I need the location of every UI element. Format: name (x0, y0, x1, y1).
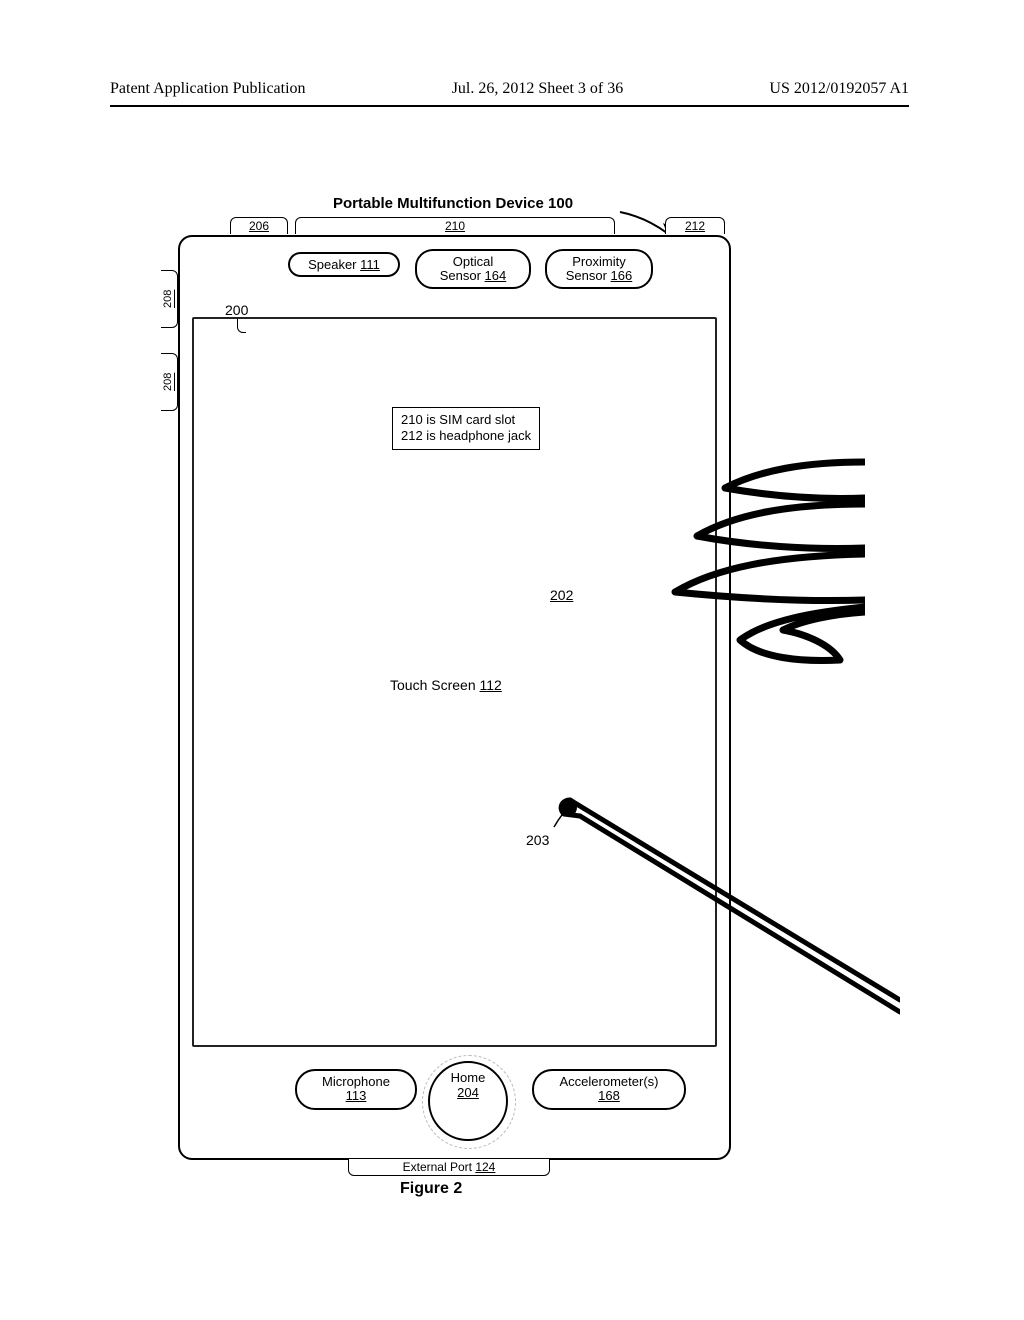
home-label: Home (451, 1070, 486, 1085)
external-port-slot: External Port 124 (348, 1159, 550, 1176)
device-body: Speaker 111 Optical Sensor 164 Proximity… (178, 235, 731, 1160)
note-l2: 212 is headphone jack (401, 428, 531, 444)
leader-203 (548, 793, 588, 833)
note-l1: 210 is SIM card slot (401, 412, 531, 428)
header-right: US 2012/0192057 A1 (769, 80, 909, 98)
optical-lozenge: Optical Sensor 164 (415, 249, 531, 289)
note-box: 210 is SIM card slot 212 is headphone ja… (392, 407, 540, 450)
accelerometer-lozenge: Accelerometer(s) 168 (532, 1069, 686, 1110)
speaker-label: Speaker (308, 257, 360, 272)
ext-port-label: External Port (403, 1160, 476, 1174)
home-ref: 204 (457, 1085, 479, 1100)
speaker-ref: 111 (360, 257, 380, 272)
optical-l2: Sensor (440, 268, 485, 283)
speaker-lozenge: Speaker 111 (288, 252, 400, 277)
header-rule (110, 105, 909, 107)
ref-203: 203 (526, 832, 549, 848)
touch-screen-label: Touch Screen 112 (390, 677, 502, 693)
optical-ref: 164 (485, 268, 507, 283)
microphone-lozenge: Microphone 113 (295, 1069, 417, 1110)
proximity-lozenge: Proximity Sensor 166 (545, 249, 653, 289)
prox-l1: Proximity (572, 254, 625, 269)
prox-l2: Sensor (566, 268, 611, 283)
side-slot-208b: 208 (161, 353, 178, 411)
ts-ref: 112 (480, 677, 502, 693)
header-left: Patent Application Publication (110, 80, 306, 98)
device-title: Portable Multifunction Device 100 (333, 195, 573, 212)
side-slot-208a: 208 (161, 270, 178, 328)
mic-label: Microphone (322, 1074, 390, 1089)
prox-ref: 166 (611, 268, 633, 283)
optical-l1: Optical (453, 254, 493, 269)
accel-label: Accelerometer(s) (560, 1074, 659, 1089)
figure-caption: Figure 2 (400, 1180, 462, 1198)
ext-port-ref: 124 (475, 1160, 495, 1174)
mic-ref: 113 (346, 1088, 367, 1103)
ref-202: 202 (550, 587, 573, 603)
page-header: Patent Application Publication Jul. 26, … (110, 80, 909, 98)
top-slot-212: 212 (665, 217, 725, 234)
header-center: Jul. 26, 2012 Sheet 3 of 36 (452, 80, 624, 98)
accel-ref: 168 (598, 1088, 620, 1103)
ts-text: Touch Screen (390, 677, 480, 693)
top-slot-206: 206 (230, 217, 288, 234)
top-slot-210: 210 (295, 217, 615, 234)
ref-200: 200 (225, 302, 248, 318)
home-button: Home 204 (428, 1061, 508, 1141)
